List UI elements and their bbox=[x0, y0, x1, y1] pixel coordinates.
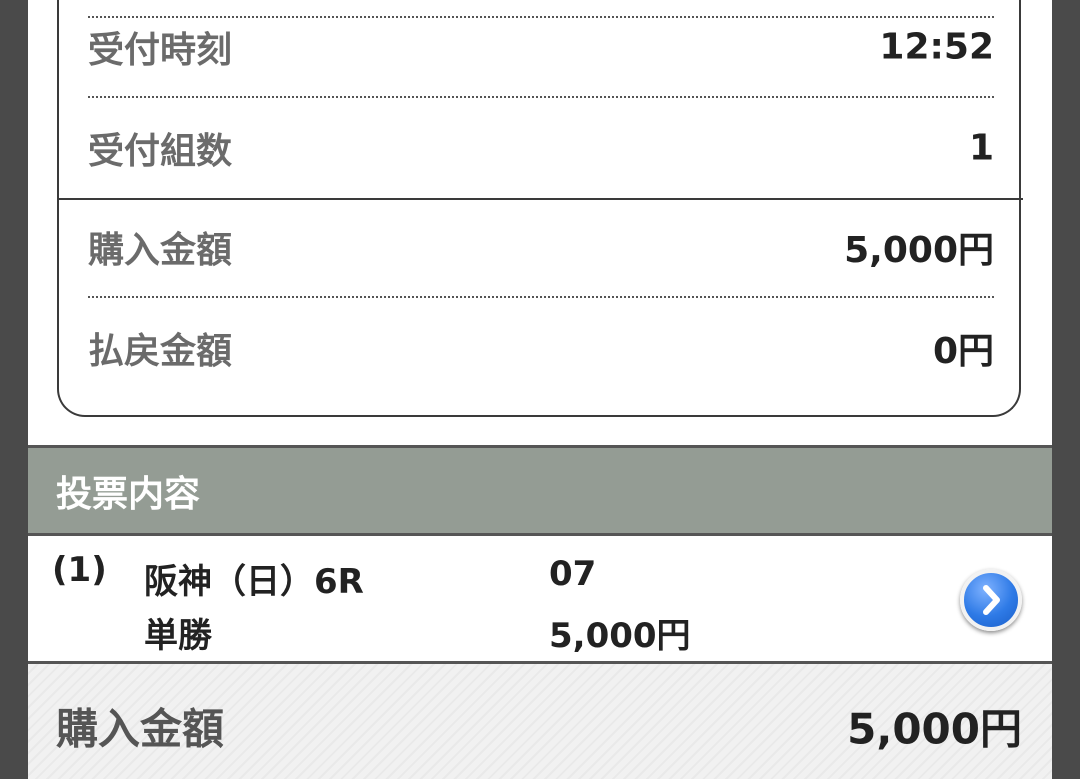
bet-index: (1) bbox=[52, 550, 107, 590]
summary-label: 受付時刻 bbox=[88, 30, 233, 71]
summary-label: 購入金額 bbox=[88, 230, 233, 271]
detail-button[interactable] bbox=[960, 569, 1022, 631]
summary-value: 12:52 bbox=[879, 26, 994, 68]
chevron-right-icon bbox=[983, 585, 1000, 615]
summary-value: 0円 bbox=[932, 331, 994, 372]
page: 受付時刻 12:52 受付組数 1 購入金額 5,000円 払戻金額 0円 投票… bbox=[28, 0, 1052, 779]
total-label: 購入金額 bbox=[56, 704, 225, 754]
bet-amount: 5,000円 bbox=[549, 616, 691, 656]
summary-row-reception-time: 受付時刻 12:52 bbox=[88, 0, 994, 98]
bet-race: 阪神（日）6R bbox=[144, 562, 364, 602]
section-title: 投票内容 bbox=[56, 473, 201, 515]
summary-value: 1 bbox=[968, 127, 994, 169]
summary-label: 受付組数 bbox=[88, 131, 233, 172]
summary-row-payout-amount: 払戻金額 0円 bbox=[88, 298, 994, 398]
section-header-bet-contents: 投票内容 bbox=[28, 445, 1052, 536]
summary-value: 5,000円 bbox=[844, 230, 994, 271]
summary-row-purchase-amount: 購入金額 5,000円 bbox=[88, 198, 994, 298]
summary-row-reception-count: 受付組数 1 bbox=[88, 98, 994, 198]
total-bar: 購入金額 5,000円 bbox=[28, 664, 1052, 779]
bet-list-item[interactable]: (1) 阪神（日）6R 単勝 07 5,000円 bbox=[28, 536, 1052, 664]
summary-label: 払戻金額 bbox=[88, 331, 233, 372]
total-value: 5,000円 bbox=[847, 704, 1022, 754]
bet-selection: 07 bbox=[549, 554, 597, 594]
bet-type: 単勝 bbox=[144, 616, 212, 656]
summary-card: 受付時刻 12:52 受付組数 1 購入金額 5,000円 払戻金額 0円 bbox=[57, 0, 1023, 417]
